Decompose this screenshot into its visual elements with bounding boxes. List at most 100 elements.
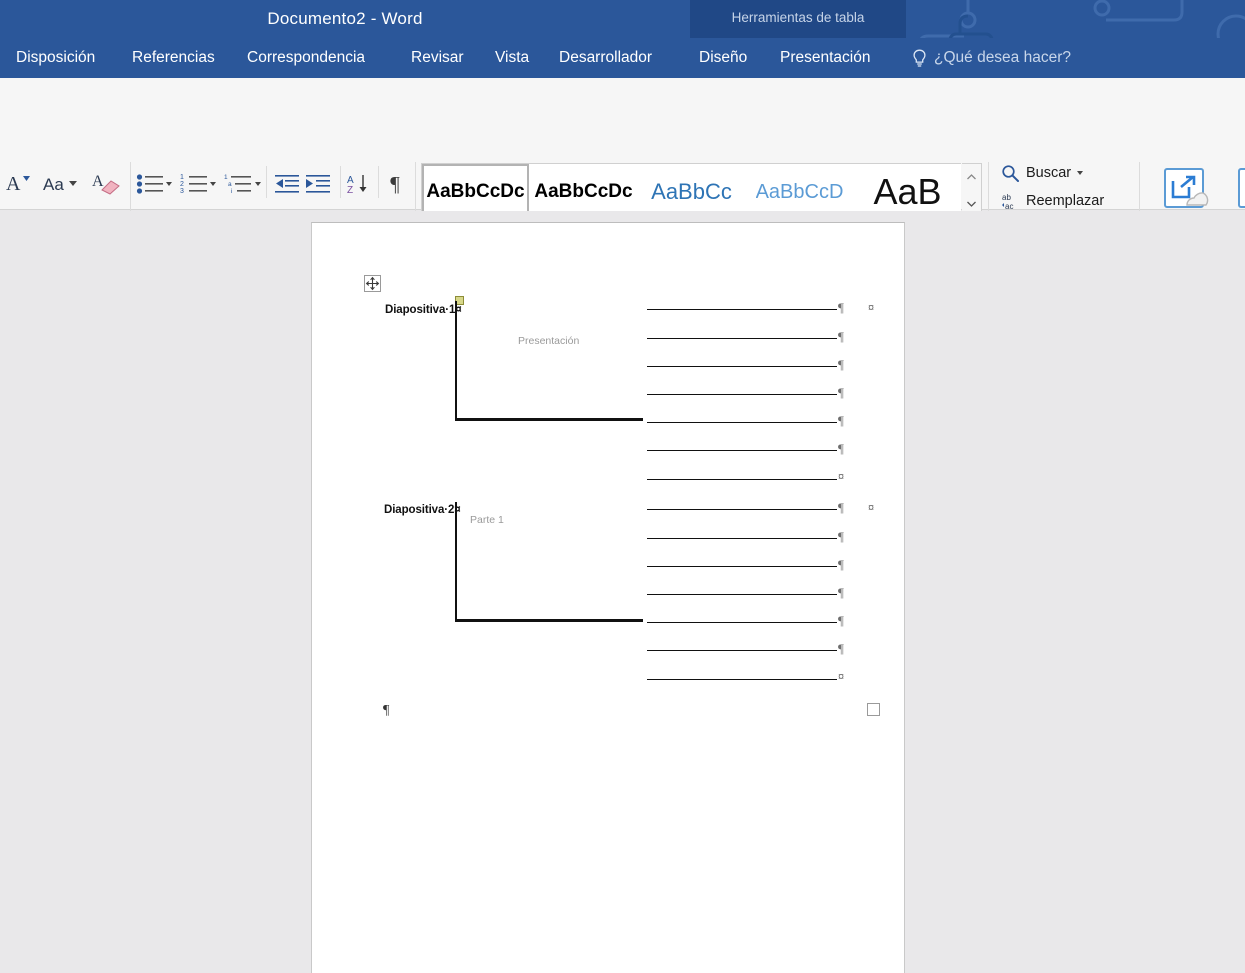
- ribbon: A Aa A A ab A: [0, 78, 1245, 281]
- note-line: [647, 679, 837, 680]
- tab-correspondencia[interactable]: Correspondencia: [241, 38, 371, 78]
- grow-font-button[interactable]: A: [2, 168, 36, 198]
- tab-desarrollador[interactable]: Desarrollador: [553, 38, 658, 78]
- lightbulb-icon: [913, 49, 926, 67]
- share-button[interactable]: [1153, 162, 1215, 218]
- paragraph-mark: ¶: [838, 300, 844, 315]
- document-page[interactable]: Diapositiva·1¤ Presentación ¶ ¶ ¶ ¶ ¶ ¶ …: [311, 222, 905, 973]
- sort-button[interactable]: A Z: [344, 170, 374, 198]
- slide-label-2: Diapositiva·2¤: [384, 504, 461, 516]
- note-line: [647, 309, 837, 310]
- svg-text:a: a: [228, 181, 232, 188]
- cell-end-mark: ¤: [838, 471, 845, 483]
- svg-text:ac: ac: [1005, 202, 1013, 211]
- svg-text:i: i: [231, 188, 232, 195]
- replace-label: Reemplazar: [1026, 193, 1105, 209]
- tell-me-box[interactable]: ¿Qué desea hacer?: [912, 38, 1071, 78]
- table-move-handle[interactable]: [364, 275, 381, 292]
- style-preview: AaBbCcDc: [534, 180, 633, 202]
- contextual-tools-title: Herramientas de tabla: [731, 10, 865, 25]
- tab-presentacion[interactable]: Presentación: [774, 38, 876, 78]
- paragraph-mark: ¶: [838, 529, 844, 544]
- multilevel-caret[interactable]: [255, 182, 261, 186]
- paragraph-mark: ¶: [838, 641, 844, 656]
- bullet-list-button[interactable]: [134, 170, 166, 198]
- final-paragraph-mark: ¶: [383, 703, 390, 718]
- tab-revisar[interactable]: Revisar: [405, 38, 470, 78]
- note-line: [647, 566, 837, 567]
- box-second-icon: [1238, 168, 1245, 208]
- slide-label-1: Diapositiva·1¤: [385, 304, 462, 316]
- style-preview: AaB: [873, 172, 942, 211]
- note-line: [647, 338, 837, 339]
- tab-diseno[interactable]: Diseño: [693, 38, 753, 78]
- paragraph-mark: ¶: [838, 613, 844, 628]
- decrease-indent-icon: [275, 175, 299, 193]
- numbered-list-button[interactable]: 1 2 3: [178, 170, 210, 198]
- increase-indent-icon: [306, 175, 330, 193]
- replace-icon: ab ac: [1002, 193, 1013, 211]
- svg-text:A: A: [6, 173, 21, 195]
- svg-text:Aa: Aa: [43, 175, 64, 194]
- note-line: [647, 594, 837, 595]
- box-second-button[interactable]: [1227, 162, 1245, 218]
- sep-indent: [266, 166, 267, 198]
- cell-end-mark: ¤: [838, 671, 845, 683]
- decrease-indent-button[interactable]: [272, 170, 302, 198]
- paragraph-mark: ¶: [838, 557, 844, 572]
- numbered-list-icon: 1 2 3: [180, 174, 207, 195]
- bullets-caret[interactable]: [166, 182, 172, 186]
- find-button[interactable]: Buscar: [998, 160, 1114, 186]
- note-line: [647, 366, 837, 367]
- svg-text:ab: ab: [1002, 193, 1011, 202]
- find-caret[interactable]: [1077, 171, 1084, 175]
- show-formatting-marks-icon: ¶: [390, 171, 400, 196]
- paragraph-mark: ¶: [838, 329, 844, 344]
- paragraph-mark: ¶: [838, 385, 844, 400]
- svg-text:Z: Z: [347, 185, 353, 195]
- increase-indent-button[interactable]: [303, 170, 333, 198]
- slide-thumbnail-1[interactable]: [455, 301, 643, 421]
- numbering-caret[interactable]: [210, 182, 216, 186]
- sort-icon: A Z: [347, 175, 367, 195]
- table-resize-handle[interactable]: [867, 703, 880, 716]
- scroll-up-icon[interactable]: [962, 164, 980, 190]
- note-line: [647, 394, 837, 395]
- note-line: [647, 538, 837, 539]
- tab-referencias[interactable]: Referencias: [126, 38, 221, 78]
- document-title: Documento2 - Word: [267, 9, 423, 28]
- svg-text:3: 3: [180, 188, 184, 195]
- document-canvas[interactable]: Diapositiva·1¤ Presentación ¶ ¶ ¶ ¶ ¶ ¶ …: [0, 211, 1245, 973]
- note-line: [647, 650, 837, 651]
- paragraph-mark: ¶: [838, 441, 844, 456]
- style-preview: AaBbCc: [651, 178, 732, 204]
- note-line: [647, 450, 837, 451]
- slide-placeholder-1: Presentación: [518, 335, 580, 347]
- clear-formatting-icon: A: [92, 173, 120, 195]
- change-case-icon: Aa: [43, 175, 77, 194]
- row-end-mark: ¤: [868, 502, 875, 514]
- search-icon: [1002, 164, 1019, 182]
- bullet-list-icon: [136, 174, 163, 194]
- grow-font-icon: A: [6, 173, 30, 195]
- paragraph-mark: ¶: [838, 357, 844, 372]
- svg-text:1: 1: [180, 174, 184, 181]
- paragraph-mark: ¶: [838, 413, 844, 428]
- paragraph-mark: ¶: [838, 585, 844, 600]
- sep-marks: [378, 166, 379, 198]
- show-formatting-marks-button[interactable]: ¶: [381, 170, 409, 198]
- tab-vista[interactable]: Vista: [489, 38, 535, 78]
- multilevel-list-icon: 1 a i: [224, 174, 251, 195]
- change-case-button[interactable]: Aa: [40, 168, 82, 198]
- svg-text:1: 1: [224, 174, 228, 181]
- share-cloud-icon: [1164, 168, 1209, 208]
- multilevel-list-button[interactable]: 1 a i: [222, 170, 254, 198]
- row-end-mark: ¤: [868, 302, 875, 314]
- style-preview: AaBbCcD: [755, 180, 844, 203]
- note-line: [647, 509, 837, 510]
- svg-text:2: 2: [180, 181, 184, 188]
- sep-sort: [340, 166, 341, 198]
- slide-placeholder-2: Parte 1: [470, 514, 504, 526]
- tab-disposicion[interactable]: Disposición: [10, 38, 101, 78]
- clear-formatting-button[interactable]: A: [90, 168, 124, 198]
